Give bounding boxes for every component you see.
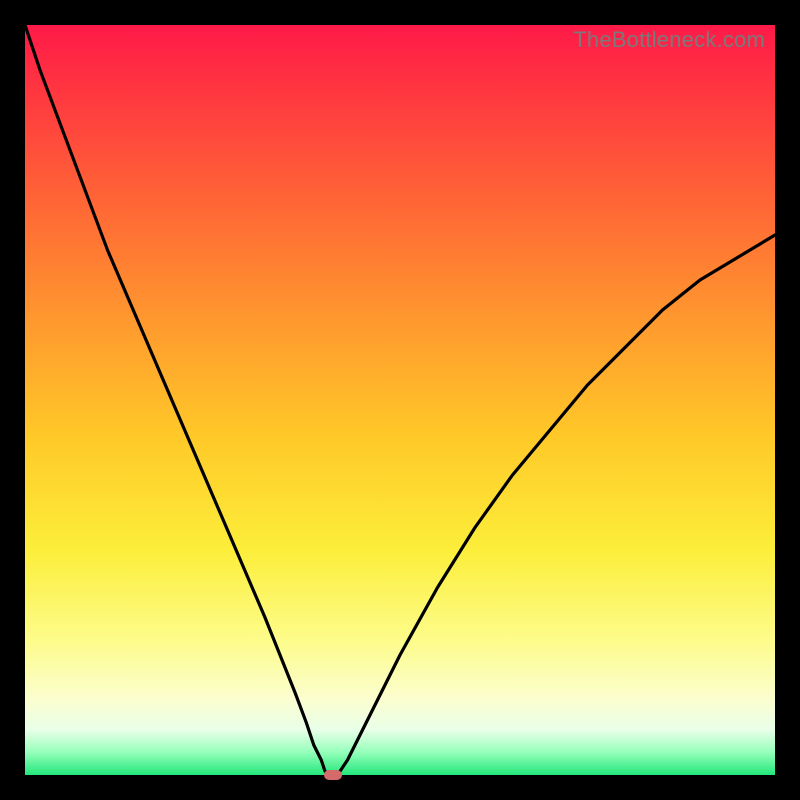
optimum-marker <box>324 770 342 780</box>
plot-area: TheBottleneck.com <box>25 25 775 775</box>
bottleneck-curve <box>25 25 775 775</box>
